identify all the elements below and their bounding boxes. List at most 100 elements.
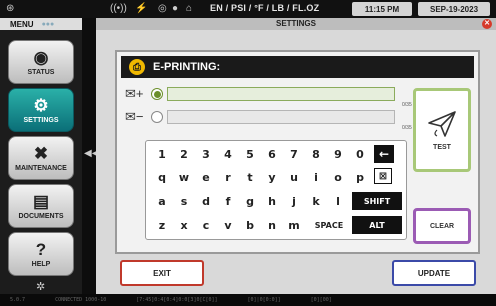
status-code-1: [7:45]0:4[0:4]0:0[3]0[C[0]] xyxy=(136,297,218,303)
key-b[interactable]: b xyxy=(240,216,260,234)
page-title: SETTINGS xyxy=(275,19,316,28)
sidebar-item-documents[interactable]: ▤ DOCUMENTS xyxy=(8,184,74,228)
units-readout: EN / PSI / °F / LB / FL.OZ xyxy=(210,3,320,13)
sidebar-item-label: SETTINGS xyxy=(23,116,59,124)
key-j[interactable]: j xyxy=(284,192,304,210)
gear-icon: ⚙ xyxy=(33,95,49,115)
sidebar-item-maintenance[interactable]: ✖ MAINTENANCE xyxy=(8,136,74,180)
key-r[interactable]: r xyxy=(218,168,238,186)
char-count-1: 0/35 xyxy=(402,102,412,108)
on-screen-keyboard: 1 2 3 4 5 6 7 8 9 0 ← q w e r t y u i o … xyxy=(145,140,407,240)
time-display: 11:15 PM xyxy=(352,2,412,16)
shift-key[interactable]: SHIFT xyxy=(352,192,402,210)
exit-button-label: EXIT xyxy=(153,268,171,278)
key-6[interactable]: 6 xyxy=(262,145,282,163)
network-icon: ⚡ xyxy=(135,3,148,14)
key-x[interactable]: x xyxy=(174,216,194,234)
gear-icon[interactable]: ✲ xyxy=(36,280,45,293)
email-row-2: ✉− xyxy=(125,109,395,125)
key-u[interactable]: u xyxy=(284,168,304,186)
panel-header: ⎙ E-PRINTING: xyxy=(121,56,474,78)
key-c[interactable]: c xyxy=(196,216,216,234)
update-button[interactable]: UPDATE xyxy=(392,260,476,286)
main-area: SETTINGS ✕ ⎙ E-PRINTING: ✉+ 0/35 ✉− 0/35… xyxy=(96,18,496,294)
key-2[interactable]: 2 xyxy=(174,145,194,163)
sidebar-item-label: STATUS xyxy=(27,68,55,76)
key-m[interactable]: m xyxy=(284,216,304,234)
key-a[interactable]: a xyxy=(152,192,172,210)
update-button-label: UPDATE xyxy=(417,268,451,278)
sidebar-item-status[interactable]: ◉ STATUS xyxy=(8,40,74,84)
key-k[interactable]: k xyxy=(306,192,326,210)
email-radio-2[interactable] xyxy=(151,111,163,123)
sidebar-item-label: MAINTENANCE xyxy=(15,164,67,172)
email-field-1[interactable] xyxy=(167,87,395,101)
test-button-label: TEST xyxy=(433,143,451,151)
status-version: 5.0.7 xyxy=(10,297,26,303)
key-q[interactable]: q xyxy=(152,168,172,186)
key-0[interactable]: 0 xyxy=(350,145,370,163)
gauge-icon: ◉ xyxy=(33,47,49,67)
email-radio-1[interactable] xyxy=(151,88,163,100)
key-i[interactable]: i xyxy=(306,168,326,186)
menu-icon[interactable]: ⊛ xyxy=(6,3,14,14)
camera-icon: ● xyxy=(172,3,179,14)
key-l[interactable]: l xyxy=(328,192,348,210)
key-8[interactable]: 8 xyxy=(306,145,326,163)
status-bar: 5.0.7 CONNECTED 1000-10 [7:45]0:4[0:4]0:… xyxy=(0,294,496,306)
key-1[interactable]: 1 xyxy=(152,145,172,163)
key-3[interactable]: 3 xyxy=(196,145,216,163)
e-printing-panel: ⎙ E-PRINTING: ✉+ 0/35 ✉− 0/35 1 2 3 4 5 … xyxy=(115,50,480,254)
key-v[interactable]: v xyxy=(218,216,238,234)
key-g[interactable]: g xyxy=(240,192,260,210)
key-y[interactable]: y xyxy=(262,168,282,186)
sidebar-title: MENU xyxy=(10,19,34,29)
key-z[interactable]: z xyxy=(152,216,172,234)
document-icon: ▤ xyxy=(32,191,50,211)
date-display: SEP-19-2023 xyxy=(418,2,490,16)
status-connection: CONNECTED 1000-10 xyxy=(55,297,107,303)
key-d[interactable]: d xyxy=(196,192,216,210)
print-icon: ◎ xyxy=(158,3,167,14)
clear-button[interactable]: CLEAR xyxy=(413,208,471,244)
status-code-3: [0][00] xyxy=(310,297,332,303)
page-header: SETTINGS ✕ xyxy=(96,18,496,30)
key-e[interactable]: e xyxy=(196,168,216,186)
clear-button-label: CLEAR xyxy=(429,222,455,230)
key-f[interactable]: f xyxy=(218,192,238,210)
sidebar-item-label: HELP xyxy=(31,260,51,268)
key-w[interactable]: w xyxy=(174,168,194,186)
key-t[interactable]: t xyxy=(240,168,260,186)
key-o[interactable]: o xyxy=(328,168,348,186)
alt-key[interactable]: ALT xyxy=(352,216,402,234)
help-icon: ? xyxy=(35,239,47,259)
key-7[interactable]: 7 xyxy=(284,145,304,163)
key-p[interactable]: p xyxy=(350,168,370,186)
key-5[interactable]: 5 xyxy=(240,145,260,163)
sidebar: MENU ●●● ◉ STATUS ⚙ SETTINGS ✖ MAINTENAN… xyxy=(0,18,82,294)
sidebar-dots-icon: ●●● xyxy=(41,20,55,28)
delete-key[interactable]: ⊠ xyxy=(374,168,392,184)
email-row-1: ✉+ xyxy=(125,86,395,102)
sidebar-item-settings[interactable]: ⚙ SETTINGS xyxy=(8,88,74,132)
key-s[interactable]: s xyxy=(174,192,194,210)
email-add-icon: ✉+ xyxy=(125,86,144,101)
tools-icon: ✖ xyxy=(33,143,49,163)
key-n[interactable]: n xyxy=(262,216,282,234)
sidebar-item-label: DOCUMENTS xyxy=(18,212,64,220)
space-key[interactable]: SPACE xyxy=(310,216,348,234)
key-h[interactable]: h xyxy=(262,192,282,210)
sidebar-item-help[interactable]: ? HELP xyxy=(8,232,74,276)
sidebar-header: MENU ●●● xyxy=(0,18,82,30)
key-4[interactable]: 4 xyxy=(218,145,238,163)
wifi-icon: ((•)) xyxy=(110,3,127,14)
backspace-key[interactable]: ← xyxy=(374,145,394,163)
close-icon[interactable]: ✕ xyxy=(482,19,492,29)
key-9[interactable]: 9 xyxy=(328,145,348,163)
email-field-2[interactable] xyxy=(167,110,395,124)
exit-button[interactable]: EXIT xyxy=(120,260,204,286)
test-button[interactable]: TEST xyxy=(413,88,471,172)
printer-icon: ⎙ xyxy=(129,59,145,75)
top-bar: ⊛ ((•)) ⚡ ◎ ● ⌂ EN / PSI / °F / LB / FL.… xyxy=(0,0,496,18)
panel-title: E-PRINTING: xyxy=(153,61,221,73)
